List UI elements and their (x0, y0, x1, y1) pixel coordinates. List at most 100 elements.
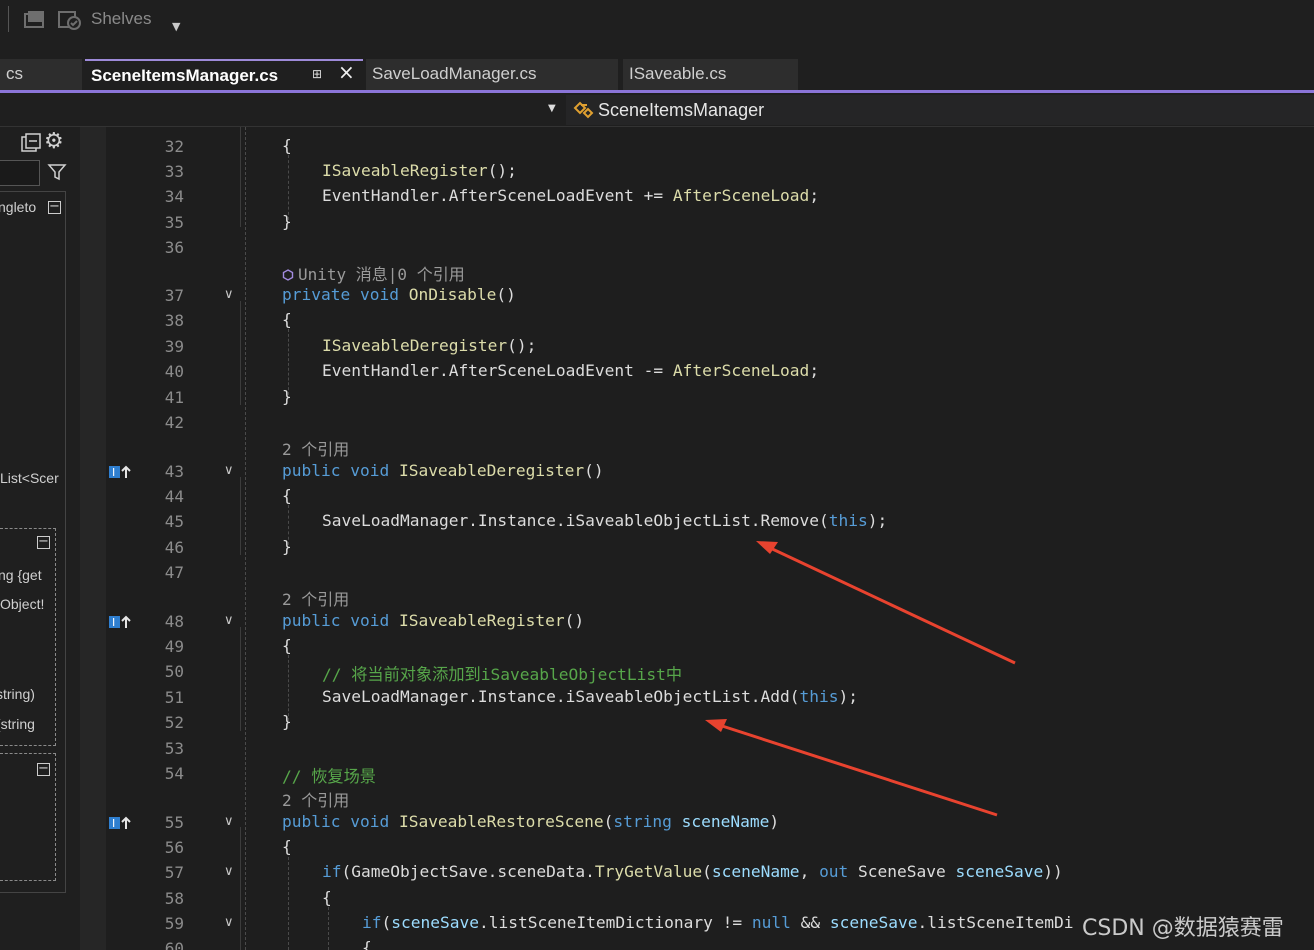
shelves-icon[interactable] (58, 10, 82, 30)
line-number: 32 (164, 137, 184, 156)
code-line-50[interactable]: // 将当前对象添加到iSaveableObjectList中 (322, 661, 682, 685)
line-number: 56 (164, 838, 184, 857)
code-line-43[interactable]: public void ISaveableDeregister() (282, 461, 604, 480)
member-dropdown[interactable]: SceneItemsManager (566, 95, 1314, 125)
code-line-34[interactable]: EventHandler.AfterSceneLoadEvent += Afte… (322, 186, 819, 205)
line-number: 48 (164, 612, 184, 631)
code-line-55[interactable]: public void ISaveableRestoreScene(string… (282, 812, 779, 831)
codelens-references[interactable]: 2 个引用 (282, 436, 349, 460)
code-line-49[interactable]: { (282, 636, 292, 655)
code-line-48[interactable]: public void ISaveableRegister() (282, 611, 584, 630)
fold-rail (240, 477, 242, 555)
fold-chevron-icon[interactable]: ∨ (224, 613, 234, 628)
fold-rail (240, 827, 242, 950)
line-number: 34 (164, 187, 184, 206)
svg-text:I: I (112, 616, 115, 629)
tree-item[interactable]: (string (0, 716, 35, 732)
close-icon[interactable]: × (338, 60, 355, 84)
interface-implementation-icon[interactable]: I (108, 464, 132, 480)
code-line-38[interactable]: { (282, 310, 292, 329)
code-line-58[interactable]: { (322, 888, 332, 907)
tab-label: SceneItemsManager.cs (91, 66, 279, 85)
fold-chevron-icon[interactable]: ∨ (224, 287, 234, 302)
line-number: 59 (164, 914, 184, 933)
tab-label: SaveLoadManager.cs (372, 64, 537, 83)
folder-icon[interactable] (24, 10, 46, 28)
code-line-44[interactable]: { (282, 486, 292, 505)
code-line-45[interactable]: SaveLoadManager.Instance.iSaveableObject… (322, 511, 887, 530)
collapse-all-icon[interactable] (20, 133, 42, 153)
pin-icon[interactable]: ⊞ (312, 67, 322, 81)
codelens-references[interactable]: 2 个引用 (282, 787, 349, 811)
code-line-35[interactable]: } (282, 212, 292, 231)
code-editor[interactable]: I I I 32 33 34 35 36 37 38 39 40 41 42 43 44 45 46 47 48… (106, 127, 1314, 950)
member-name: SceneItemsManager (598, 100, 765, 120)
code-line-60[interactable]: { (362, 938, 372, 950)
splitter[interactable] (80, 127, 106, 950)
code-line-41[interactable]: } (282, 387, 292, 406)
left-tool-panel: ⚙ ngleto − List<Scer − ng {get Object! s… (0, 127, 80, 950)
gear-icon[interactable]: ⚙ (44, 129, 64, 154)
code-line-37[interactable]: private void OnDisable() (282, 285, 516, 304)
code-line-46[interactable]: } (282, 537, 292, 556)
tab-label: cs (6, 64, 23, 83)
line-number: 58 (164, 889, 184, 908)
code-line-39[interactable]: ISaveableDeregister(); (322, 336, 536, 355)
line-number: 52 (164, 713, 184, 732)
interface-implementation-icon[interactable]: I (108, 614, 132, 630)
code-line-54[interactable]: // 恢复场景 (282, 763, 376, 787)
navigation-bar: ▼ SceneItemsManager (0, 93, 1314, 127)
code-line-33[interactable]: ISaveableRegister(); (322, 161, 517, 180)
line-number: 38 (164, 311, 184, 330)
fold-rail (240, 127, 242, 227)
tab-isaveable[interactable]: ISaveable.cs (623, 59, 798, 90)
unity-icon (282, 269, 294, 281)
collapse-box-icon[interactable]: − (37, 762, 50, 776)
line-number: 55 (164, 813, 184, 832)
code-line-56[interactable]: { (282, 837, 292, 856)
tree-item[interactable]: ng {get (0, 567, 42, 583)
line-number: 53 (164, 739, 184, 758)
indent-guide (288, 857, 289, 950)
collapse-box-icon[interactable]: − (37, 535, 50, 549)
code-line-57[interactable]: if(GameObjectSave.sceneData.TryGetValue(… (322, 862, 1063, 881)
code-line-40[interactable]: EventHandler.AfterSceneLoadEvent -= Afte… (322, 361, 819, 380)
document-tabs: cs SceneItemsManager.cs ⊞ × SaveLoadMana… (0, 56, 1314, 92)
line-number: 46 (164, 538, 184, 557)
fold-chevron-icon[interactable]: ∨ (224, 463, 234, 478)
tree-item[interactable]: string) (0, 686, 35, 702)
chevron-down-icon[interactable]: ▼ (172, 20, 180, 33)
interface-implementation-icon[interactable]: I (108, 815, 132, 831)
line-number: 39 (164, 337, 184, 356)
tree-item[interactable]: List<Scer (0, 470, 59, 486)
line-number: 60 (164, 939, 184, 950)
indent-guide (245, 127, 246, 950)
fold-chevron-icon[interactable]: ∨ (224, 915, 234, 930)
code-line-51[interactable]: SaveLoadManager.Instance.iSaveableObject… (322, 687, 858, 706)
codelens-unity[interactable]: Unity 消息|0 个引用 (282, 261, 465, 285)
line-number: 50 (164, 662, 184, 681)
line-number: 43 (164, 462, 184, 481)
filter-icon[interactable] (47, 162, 67, 182)
line-number: 45 (164, 512, 184, 531)
ide-window: Shelves ▼ cs SceneItemsManager.cs ⊞ × Sa… (0, 0, 1314, 950)
line-number: 36 (164, 238, 184, 257)
collapse-box-icon[interactable]: − (48, 200, 61, 214)
chevron-down-icon[interactable]: ▼ (548, 103, 556, 114)
search-input[interactable] (0, 160, 40, 186)
tree-item[interactable]: ngleto (0, 199, 36, 215)
code-line-52[interactable]: } (282, 712, 292, 731)
shelves-label[interactable]: Shelves (91, 9, 151, 29)
line-number: 42 (164, 413, 184, 432)
code-line-32[interactable]: { (282, 136, 292, 155)
tab-partial-cs[interactable]: cs (0, 59, 82, 90)
line-number: 41 (164, 388, 184, 407)
line-number: 37 (164, 286, 184, 305)
tab-save-load-manager[interactable]: SaveLoadManager.cs (366, 59, 618, 90)
code-line-59[interactable]: if(sceneSave.listSceneItemDictionary != … (362, 913, 1073, 932)
codelens-references[interactable]: 2 个引用 (282, 586, 349, 610)
tree-item[interactable]: Object! (0, 596, 44, 612)
watermark: CSDN @数据猿赛雷 (1082, 916, 1284, 941)
fold-chevron-icon[interactable]: ∨ (224, 864, 234, 879)
fold-chevron-icon[interactable]: ∨ (224, 814, 234, 829)
